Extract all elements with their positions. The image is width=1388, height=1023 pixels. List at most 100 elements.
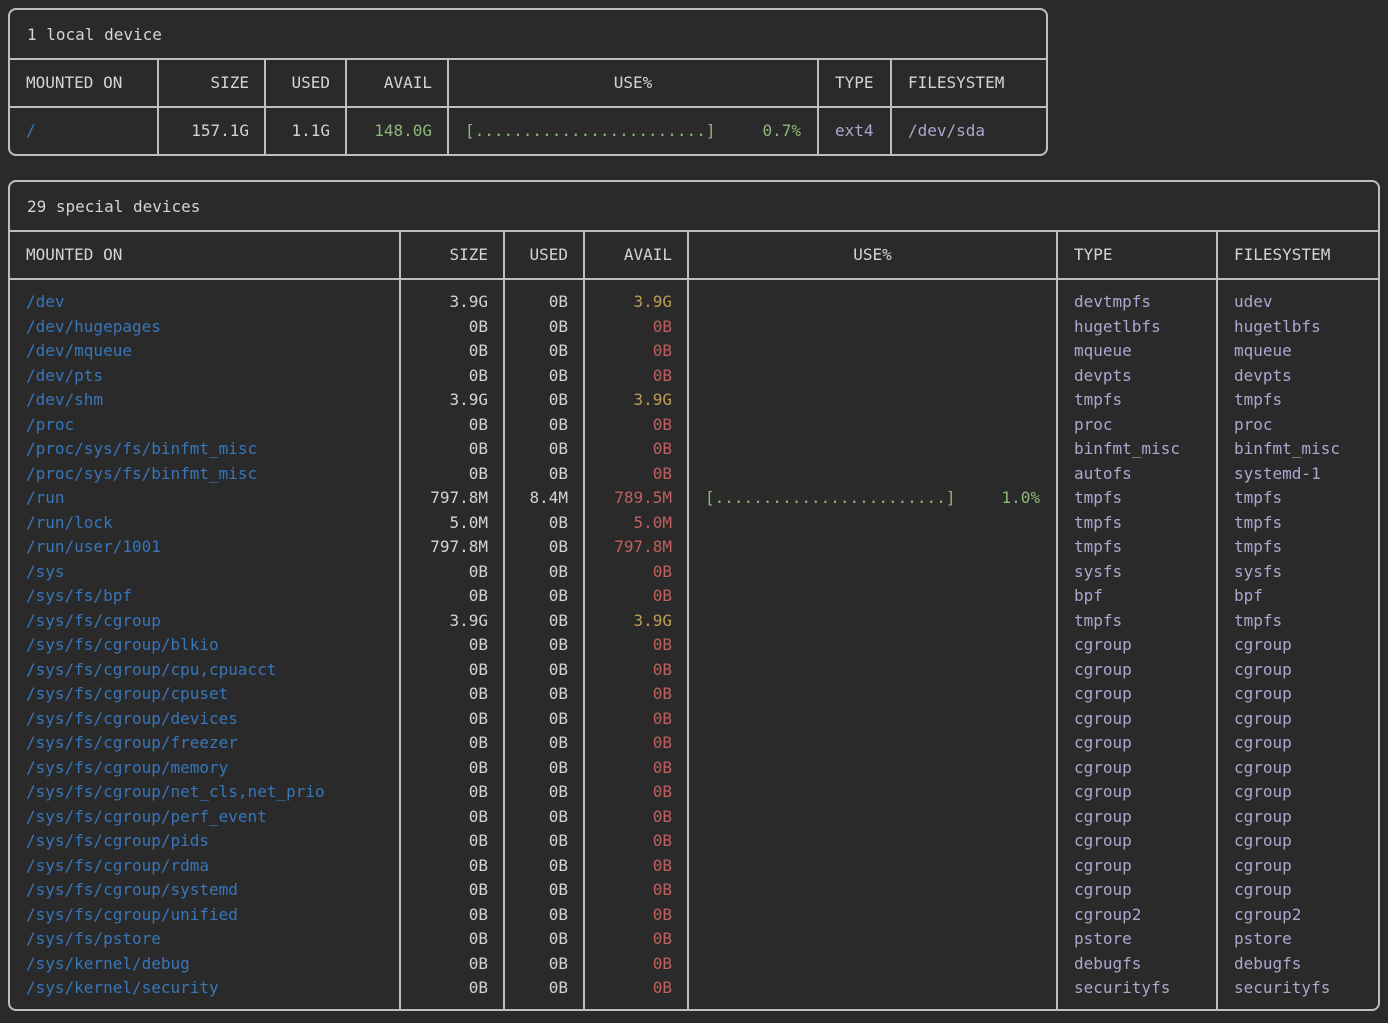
usage-cell xyxy=(689,315,1056,340)
type-cell: bpf xyxy=(1058,584,1216,609)
filesystem-cell: cgroup xyxy=(1218,658,1378,683)
usage-bar: [........................] xyxy=(705,486,955,511)
usage-cell xyxy=(689,731,1056,756)
size-cell: 0B xyxy=(401,339,503,364)
type-cell: debugfs xyxy=(1058,952,1216,977)
type-cell: cgroup xyxy=(1058,658,1216,683)
size-cell: 0B xyxy=(401,584,503,609)
used-cell: 0B xyxy=(505,584,583,609)
avail-cell: 0B xyxy=(585,584,687,609)
used-cell: 0B xyxy=(505,511,583,536)
usage-cell xyxy=(689,658,1056,683)
mounted-on-cell: /sys/fs/cgroup/cpuset xyxy=(10,682,399,707)
type-cell: ext4 xyxy=(819,108,890,154)
used-cell: 0B xyxy=(505,976,583,1001)
type-cell: cgroup2 xyxy=(1058,903,1216,928)
size-cell: 0B xyxy=(401,780,503,805)
mounted-on-cell: /sys/fs/cgroup/blkio xyxy=(10,633,399,658)
size-cell: 3.9G xyxy=(401,609,503,634)
mounted-on-cell: /sys/fs/cgroup xyxy=(10,609,399,634)
avail-cell: 797.8M xyxy=(585,535,687,560)
used-cell: 0B xyxy=(505,756,583,781)
filesystem-cell: /dev/sda xyxy=(892,108,1046,154)
size-cell: 0B xyxy=(401,437,503,462)
mounted-on-cell: /sys xyxy=(10,560,399,585)
column-use-percent: [........................]0.7% xyxy=(449,108,819,154)
usage-cell xyxy=(689,878,1056,903)
size-cell: 0B xyxy=(401,731,503,756)
type-cell: tmpfs xyxy=(1058,609,1216,634)
mounted-on-cell: /sys/fs/cgroup/devices xyxy=(10,707,399,732)
table-header-row: MOUNTED ONSIZEUSEDAVAILUSE%TYPEFILESYSTE… xyxy=(10,60,1046,108)
avail-cell: 3.9G xyxy=(585,388,687,413)
usage-cell xyxy=(689,707,1056,732)
size-cell: 0B xyxy=(401,315,503,340)
size-cell: 0B xyxy=(401,805,503,830)
mounted-on-cell: /run/lock xyxy=(10,511,399,536)
used-cell: 0B xyxy=(505,609,583,634)
table-body: /dev/dev/hugepages/dev/mqueue/dev/pts/de… xyxy=(10,280,1378,1009)
size-cell: 3.9G xyxy=(401,290,503,315)
size-cell: 0B xyxy=(401,633,503,658)
avail-cell: 0B xyxy=(585,854,687,879)
type-cell: cgroup xyxy=(1058,780,1216,805)
mounted-on-cell: /proc/sys/fs/binfmt_misc xyxy=(10,462,399,487)
type-cell: devpts xyxy=(1058,364,1216,389)
type-cell: tmpfs xyxy=(1058,535,1216,560)
used-cell: 0B xyxy=(505,560,583,585)
avail-cell: 5.0M xyxy=(585,511,687,536)
size-cell: 0B xyxy=(401,976,503,1001)
header-cell-used: USED xyxy=(266,60,347,106)
mounted-on-cell: /proc xyxy=(10,413,399,438)
size-cell: 5.0M xyxy=(401,511,503,536)
mounted-on-cell: /dev/hugepages xyxy=(10,315,399,340)
usage-cell xyxy=(689,756,1056,781)
type-cell: autofs xyxy=(1058,462,1216,487)
table-title-local-devices: 1 local device xyxy=(10,10,1046,60)
table-header-row: MOUNTED ONSIZEUSEDAVAILUSE%TYPEFILESYSTE… xyxy=(10,232,1378,280)
filesystem-cell: cgroup xyxy=(1218,707,1378,732)
filesystem-cell: cgroup2 xyxy=(1218,903,1378,928)
avail-cell: 0B xyxy=(585,780,687,805)
header-cell-mounted-on: MOUNTED ON xyxy=(10,232,401,278)
filesystem-cell: hugetlbfs xyxy=(1218,315,1378,340)
filesystem-cell: cgroup xyxy=(1218,780,1378,805)
header-cell-use-percent: USE% xyxy=(449,60,819,106)
usage-cell xyxy=(689,511,1056,536)
filesystem-cell: udev xyxy=(1218,290,1378,315)
usage-cell xyxy=(689,682,1056,707)
table-title-special-devices: 29 special devices xyxy=(10,182,1378,232)
used-cell: 0B xyxy=(505,364,583,389)
header-cell-use-percent: USE% xyxy=(689,232,1058,278)
header-cell-size: SIZE xyxy=(401,232,505,278)
type-cell: tmpfs xyxy=(1058,511,1216,536)
mounted-on-cell: /sys/fs/cgroup/unified xyxy=(10,903,399,928)
filesystem-cell: systemd-1 xyxy=(1218,462,1378,487)
size-cell: 0B xyxy=(401,756,503,781)
size-cell: 0B xyxy=(401,462,503,487)
mounted-on-cell: /run/user/1001 xyxy=(10,535,399,560)
mounted-on-cell: /sys/fs/cgroup/systemd xyxy=(10,878,399,903)
type-cell: mqueue xyxy=(1058,339,1216,364)
avail-cell: 0B xyxy=(585,707,687,732)
type-cell: cgroup xyxy=(1058,829,1216,854)
avail-cell: 0B xyxy=(585,903,687,928)
mounted-on-cell: /sys/fs/cgroup/memory xyxy=(10,756,399,781)
filesystem-cell: securityfs xyxy=(1218,976,1378,1001)
mounted-on-cell: /sys/fs/cgroup/net_cls,net_prio xyxy=(10,780,399,805)
size-cell: 0B xyxy=(401,829,503,854)
filesystem-cell: bpf xyxy=(1218,584,1378,609)
mounted-on-cell: /run xyxy=(10,486,399,511)
column-mounted-on: / xyxy=(10,108,159,154)
mounted-on-cell: /proc/sys/fs/binfmt_misc xyxy=(10,437,399,462)
usage-cell xyxy=(689,633,1056,658)
size-cell: 0B xyxy=(401,903,503,928)
column-size: 157.1G xyxy=(159,108,266,154)
usage-cell xyxy=(689,364,1056,389)
usage-cell xyxy=(689,437,1056,462)
filesystem-cell: cgroup xyxy=(1218,731,1378,756)
type-cell: cgroup xyxy=(1058,854,1216,879)
size-cell: 0B xyxy=(401,854,503,879)
type-cell: cgroup xyxy=(1058,805,1216,830)
local-devices-table: 1 local device MOUNTED ONSIZEUSEDAVAILUS… xyxy=(8,8,1048,156)
